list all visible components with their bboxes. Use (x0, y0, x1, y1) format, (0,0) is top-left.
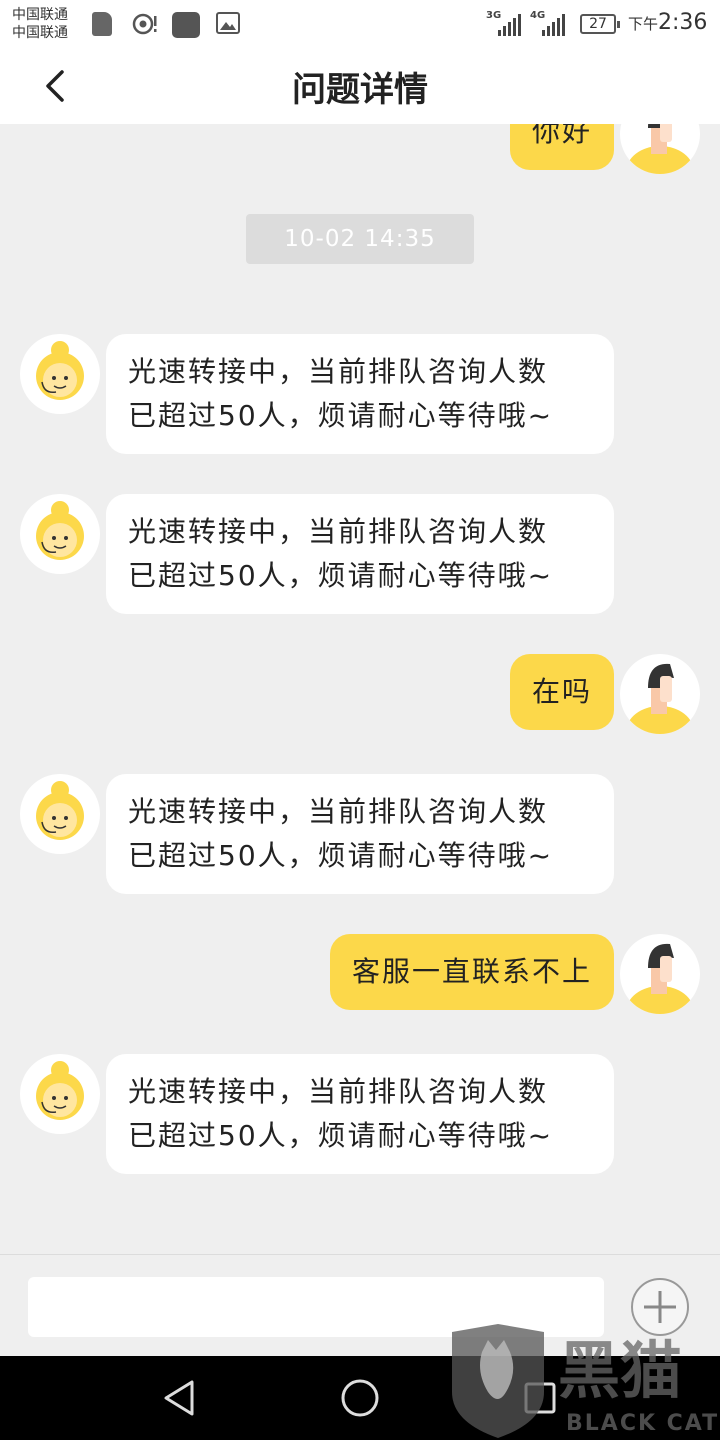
clock: 下午2:36 (628, 10, 707, 35)
agent-avatar-icon[interactable] (20, 774, 100, 854)
user-message-bubble[interactable]: 在吗 (509, 654, 614, 730)
message-line-2: 已超过50人，烦请耐心等待哦~ (128, 399, 554, 432)
message-line-1: 光速转接中，当前排队咨询人数 (128, 355, 549, 388)
signal-icon-4g: 4G (530, 10, 568, 38)
svg-text:黑猫: 黑猫 (558, 1334, 682, 1407)
agent-message-bubble[interactable]: 光速转接中，当前排队咨询人数 已超过50人，烦请耐心等待哦~ (106, 494, 614, 614)
hotspot-icon (132, 13, 157, 35)
message-line-2: 已超过50人，烦请耐心等待哦~ (128, 559, 554, 592)
agent-message-bubble[interactable]: 光速转接中，当前排队咨询人数 已超过50人，烦请耐心等待哦~ (106, 334, 614, 454)
agent-message-bubble[interactable]: 光速转接中，当前排队咨询人数 已超过50人，烦请耐心等待哦~ (106, 774, 614, 894)
message-line-1: 光速转接中，当前排队咨询人数 (128, 515, 549, 548)
clock-time: 2:36 (658, 10, 708, 35)
message-line-2: 已超过50人，烦请耐心等待哦~ (128, 839, 554, 872)
signal-icon-3g: 3G (486, 10, 524, 38)
battery-level: 27 (589, 16, 607, 32)
message-line-1: 光速转接中，当前排队咨询人数 (128, 1075, 549, 1108)
user-avatar-icon[interactable] (620, 934, 700, 1014)
message-timestamp: 10-02 14:35 (246, 214, 474, 264)
agent-avatar-icon[interactable] (20, 334, 100, 414)
agent-message-bubble[interactable]: 光速转接中，当前排队咨询人数 已超过50人，烦请耐心等待哦~ (106, 1054, 614, 1174)
black-cat-watermark-logo: 黑猫 BLACK CAT (452, 1324, 719, 1438)
user-message-bubble[interactable]: 你好 (509, 124, 614, 170)
back-triangle-icon[interactable] (158, 1376, 202, 1420)
message-text: 你好 (531, 124, 592, 148)
carrier-1: 中国联通 (12, 7, 68, 23)
agent-avatar-icon[interactable] (20, 1054, 100, 1134)
carrier-labels: 中国联通 中国联通 (12, 6, 68, 42)
user-avatar-icon[interactable] (620, 124, 700, 174)
header: 问题详情 (0, 50, 720, 124)
home-circle-icon[interactable] (338, 1376, 382, 1420)
message-line-2: 已超过50人，烦请耐心等待哦~ (128, 1119, 554, 1152)
sim-card-icon (92, 12, 112, 36)
carrier-2: 中国联通 (12, 25, 68, 41)
battery-icon: 27 (580, 14, 620, 34)
gallery-icon (216, 12, 240, 34)
message-line-1: 光速转接中，当前排队咨询人数 (128, 795, 549, 828)
message-text: 在吗 (531, 675, 592, 708)
app-notification-icon (172, 12, 200, 38)
status-bar: 中国联通 中国联通 3G 4G 27 下午2:36 (0, 0, 720, 50)
agent-avatar-icon[interactable] (20, 494, 100, 574)
svg-text:BLACK CAT: BLACK CAT (566, 1411, 719, 1436)
page-title: 问题详情 (292, 70, 428, 110)
user-message-bubble[interactable]: 客服一直联系不上 (329, 934, 614, 1010)
clock-prefix: 下午 (628, 15, 659, 33)
message-text: 客服一直联系不上 (351, 955, 592, 988)
chat-list[interactable]: 你好 10-02 14:35 光速转接中，当前排队咨询人数 已超过50人，烦请耐… (0, 124, 720, 1254)
user-avatar-icon[interactable] (620, 654, 700, 734)
